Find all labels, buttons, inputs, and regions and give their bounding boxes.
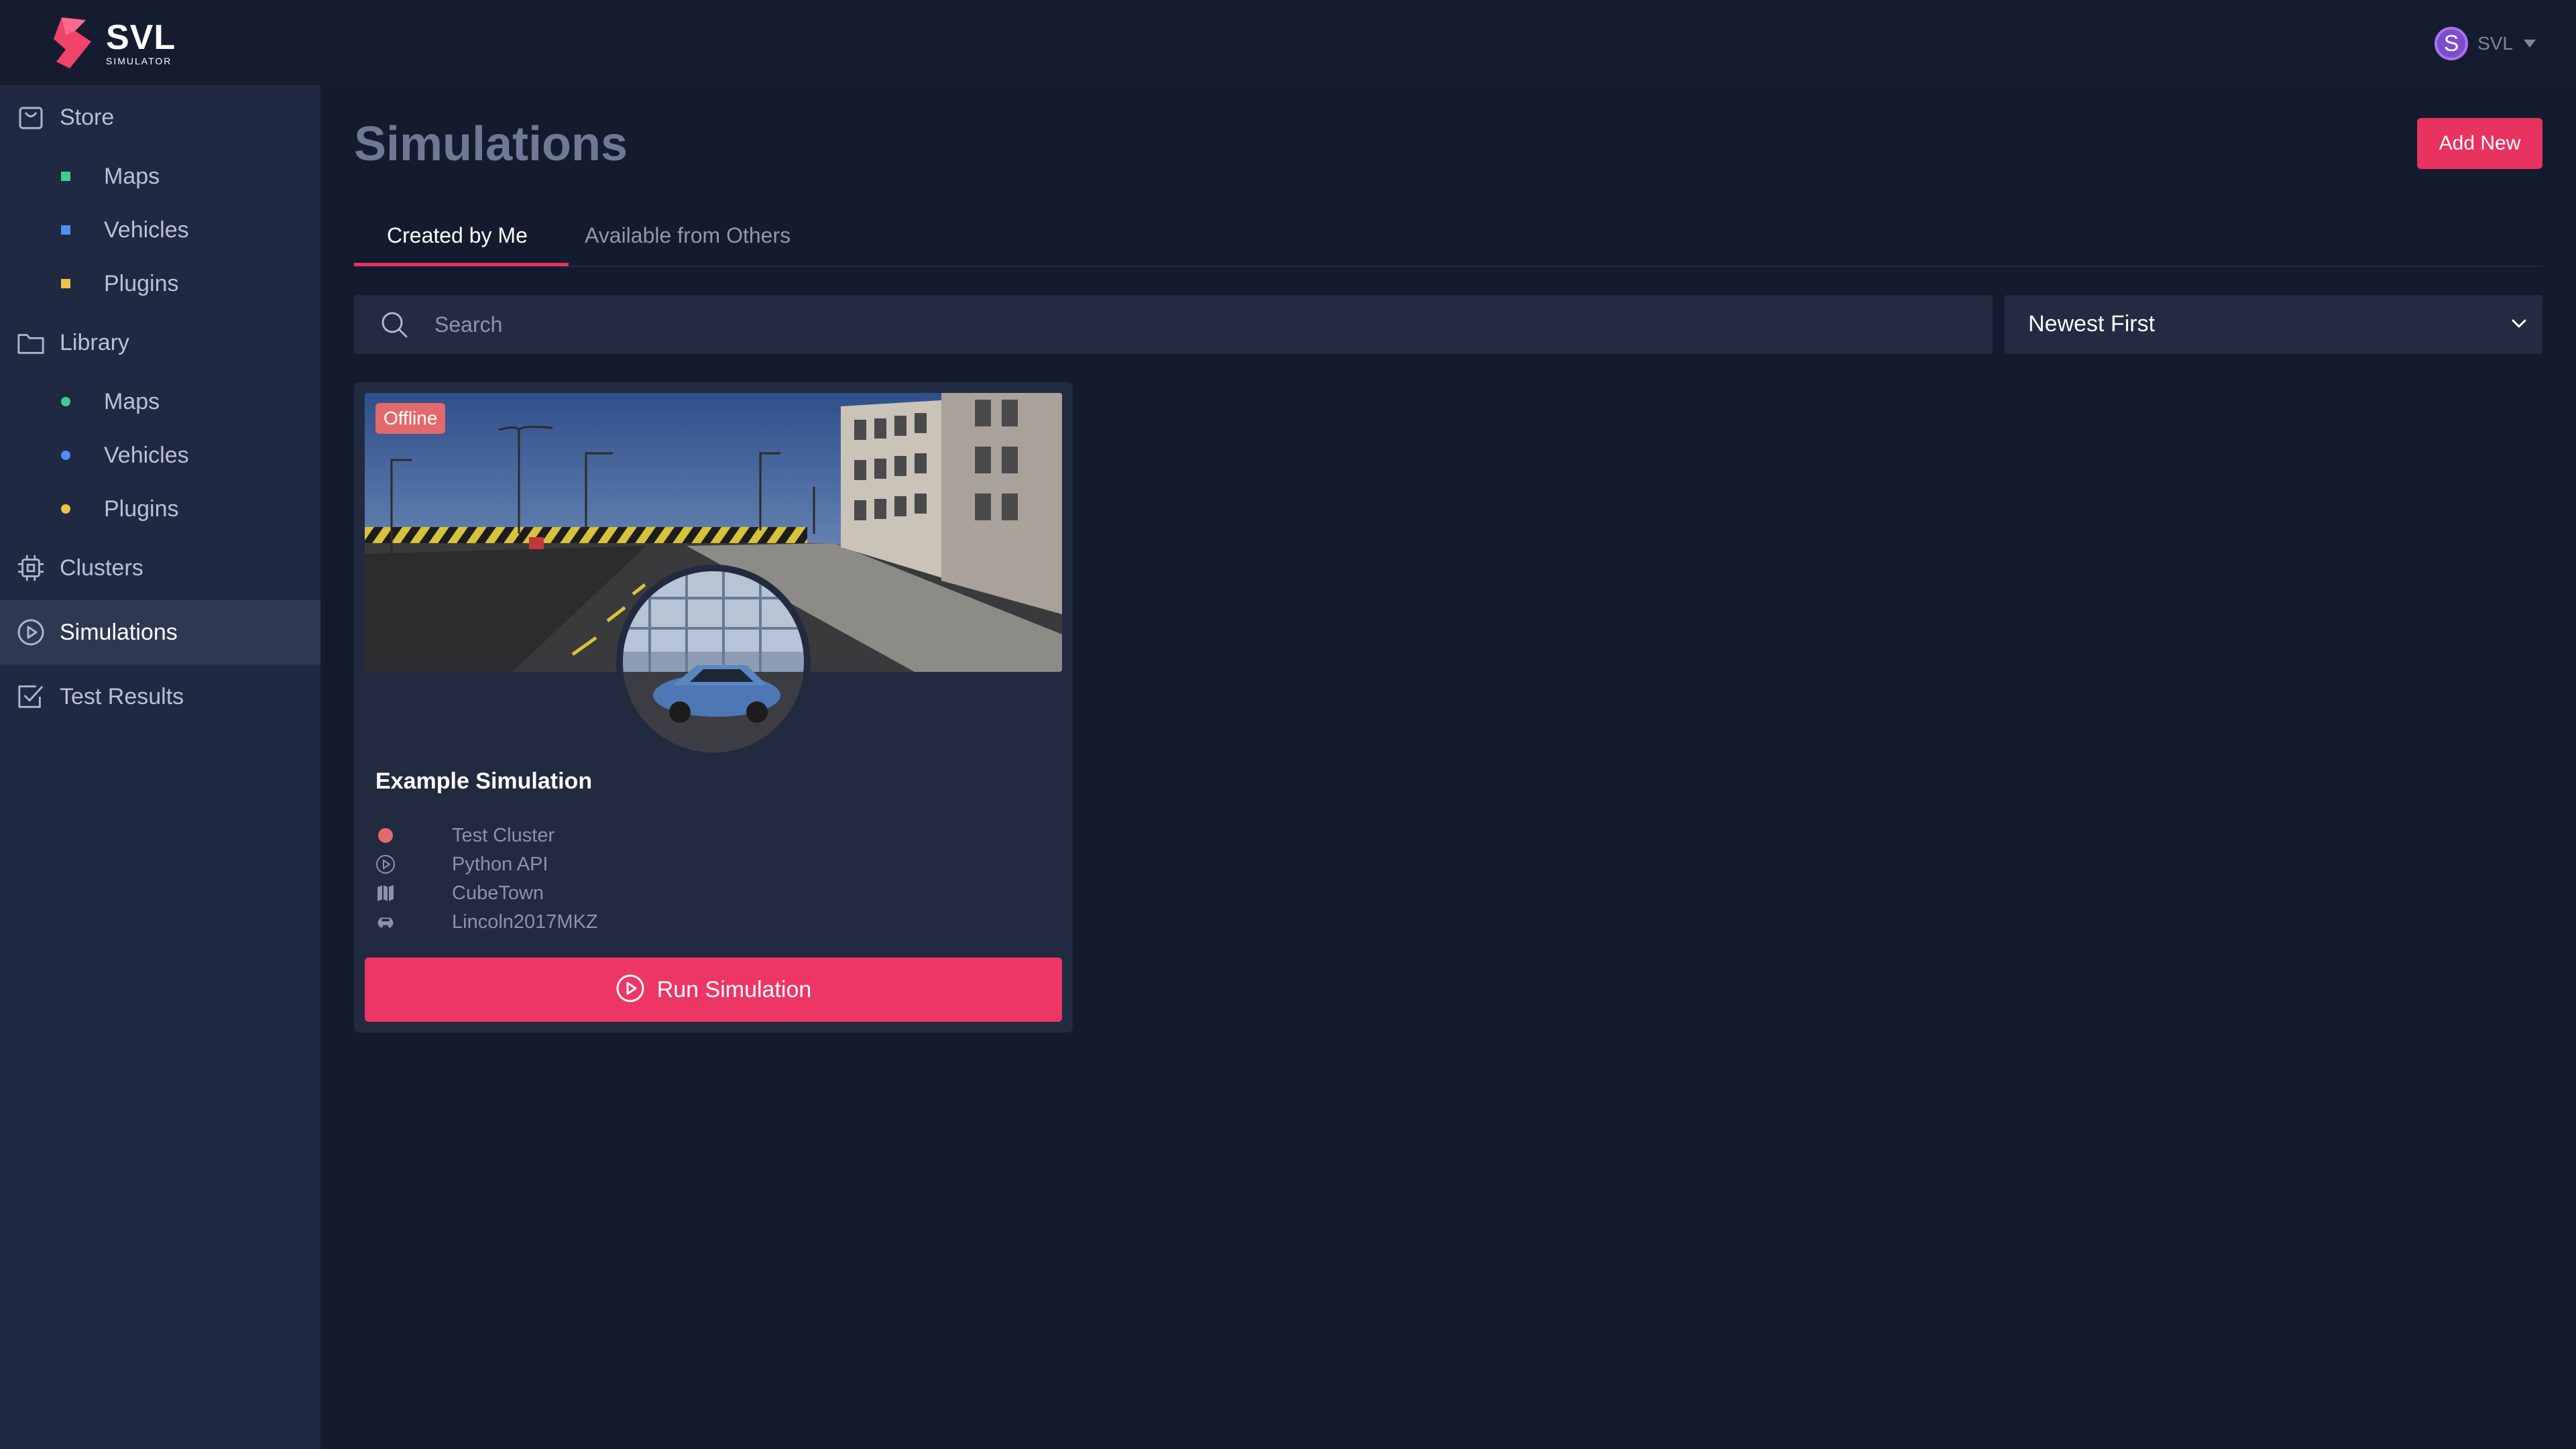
logo-mark-icon [54,17,91,68]
dot-marker-icon [61,504,70,514]
dot-marker-icon [61,451,70,460]
sidebar-item-label: Plugins [104,496,179,522]
page-title: Simulations [354,117,628,171]
sidebar-item-label: Vehicles [104,217,189,243]
sidebar-item-label: Clusters [60,555,143,581]
sidebar-item-label: Simulations [60,619,178,645]
chevron-down-icon [2509,314,2529,337]
sidebar-item-label: Maps [104,163,160,189]
sidebar-item-library-plugins[interactable]: Plugins [0,482,320,536]
brand-tagline: SIMULATOR [106,56,172,66]
play-circle-icon [616,974,645,1006]
cpu-icon [17,554,45,582]
cluster-name: Test Cluster [452,824,555,846]
run-simulation-label: Run Simulation [656,976,812,1002]
bag-icon [17,103,45,131]
sidebar-item-library-vehicles[interactable]: Vehicles [0,428,320,482]
simulation-title: Example Simulation [375,768,593,794]
sidebar-item-label: Maps [104,388,160,414]
sidebar-item-label: Store [60,104,115,130]
square-marker-icon [61,225,70,235]
sidebar-item-store[interactable]: Store [0,85,320,150]
run-simulation-button[interactable]: Run Simulation [365,958,1062,1022]
top-bar: SVL SIMULATOR S SVL [0,0,2576,85]
map-icon [375,883,396,903]
sidebar-item-store-plugins[interactable]: Plugins [0,257,320,310]
api-name: Python API [452,853,548,875]
avatar: S [2435,27,2469,60]
square-marker-icon [61,279,70,288]
search-input[interactable] [434,303,1963,346]
sidebar-item-store-maps[interactable]: Maps [0,150,320,203]
search-icon [379,310,409,343]
svl-logo[interactable]: SVL SIMULATOR [52,15,176,71]
tabs-divider [354,266,2542,267]
sidebar: Store Maps Vehicles Plugins Library Maps… [0,85,320,1449]
user-menu[interactable]: S SVL [2435,27,2536,60]
checkbox-icon [17,683,45,711]
sidebar-item-label: Library [60,329,129,355]
sidebar-item-label: Test Results [60,683,184,709]
vehicle-name: Lincoln2017MKZ [452,911,598,933]
tab-created-by-me[interactable]: Created by Me [387,223,528,248]
active-tab-indicator [354,263,569,266]
sidebar-item-test-results[interactable]: Test Results [0,664,320,729]
brand-name: SVL [106,18,176,57]
sidebar-item-simulations[interactable]: Simulations [0,600,320,664]
map-name: CubeTown [452,882,544,904]
dot-marker-icon [61,397,70,406]
vehicle-preview-image [616,565,811,759]
sidebar-item-label: Vehicles [104,442,189,468]
user-name: SVL [2477,33,2513,54]
square-marker-icon [61,172,70,181]
status-dot-icon [375,825,396,846]
play-circle-icon [375,854,396,874]
tab-available-from-others[interactable]: Available from Others [585,223,791,248]
search-bar [354,295,1993,354]
sidebar-item-library[interactable]: Library [0,310,320,375]
sidebar-item-clusters[interactable]: Clusters [0,536,320,600]
sidebar-item-label: Plugins [104,270,179,296]
sidebar-item-store-vehicles[interactable]: Vehicles [0,203,320,257]
simulation-card[interactable]: Offline Example Simulation Test Cluster … [354,382,1073,1033]
car-icon [375,912,396,932]
sidebar-item-library-maps[interactable]: Maps [0,375,320,428]
play-circle-icon [17,618,45,646]
status-badge: Offline [375,403,446,434]
folder-icon [17,329,45,357]
add-new-button[interactable]: Add New [2417,118,2542,169]
sort-selected-value: Newest First [2028,311,2155,337]
sort-select[interactable]: Newest First [2005,295,2542,354]
caret-down-icon [2524,40,2536,48]
